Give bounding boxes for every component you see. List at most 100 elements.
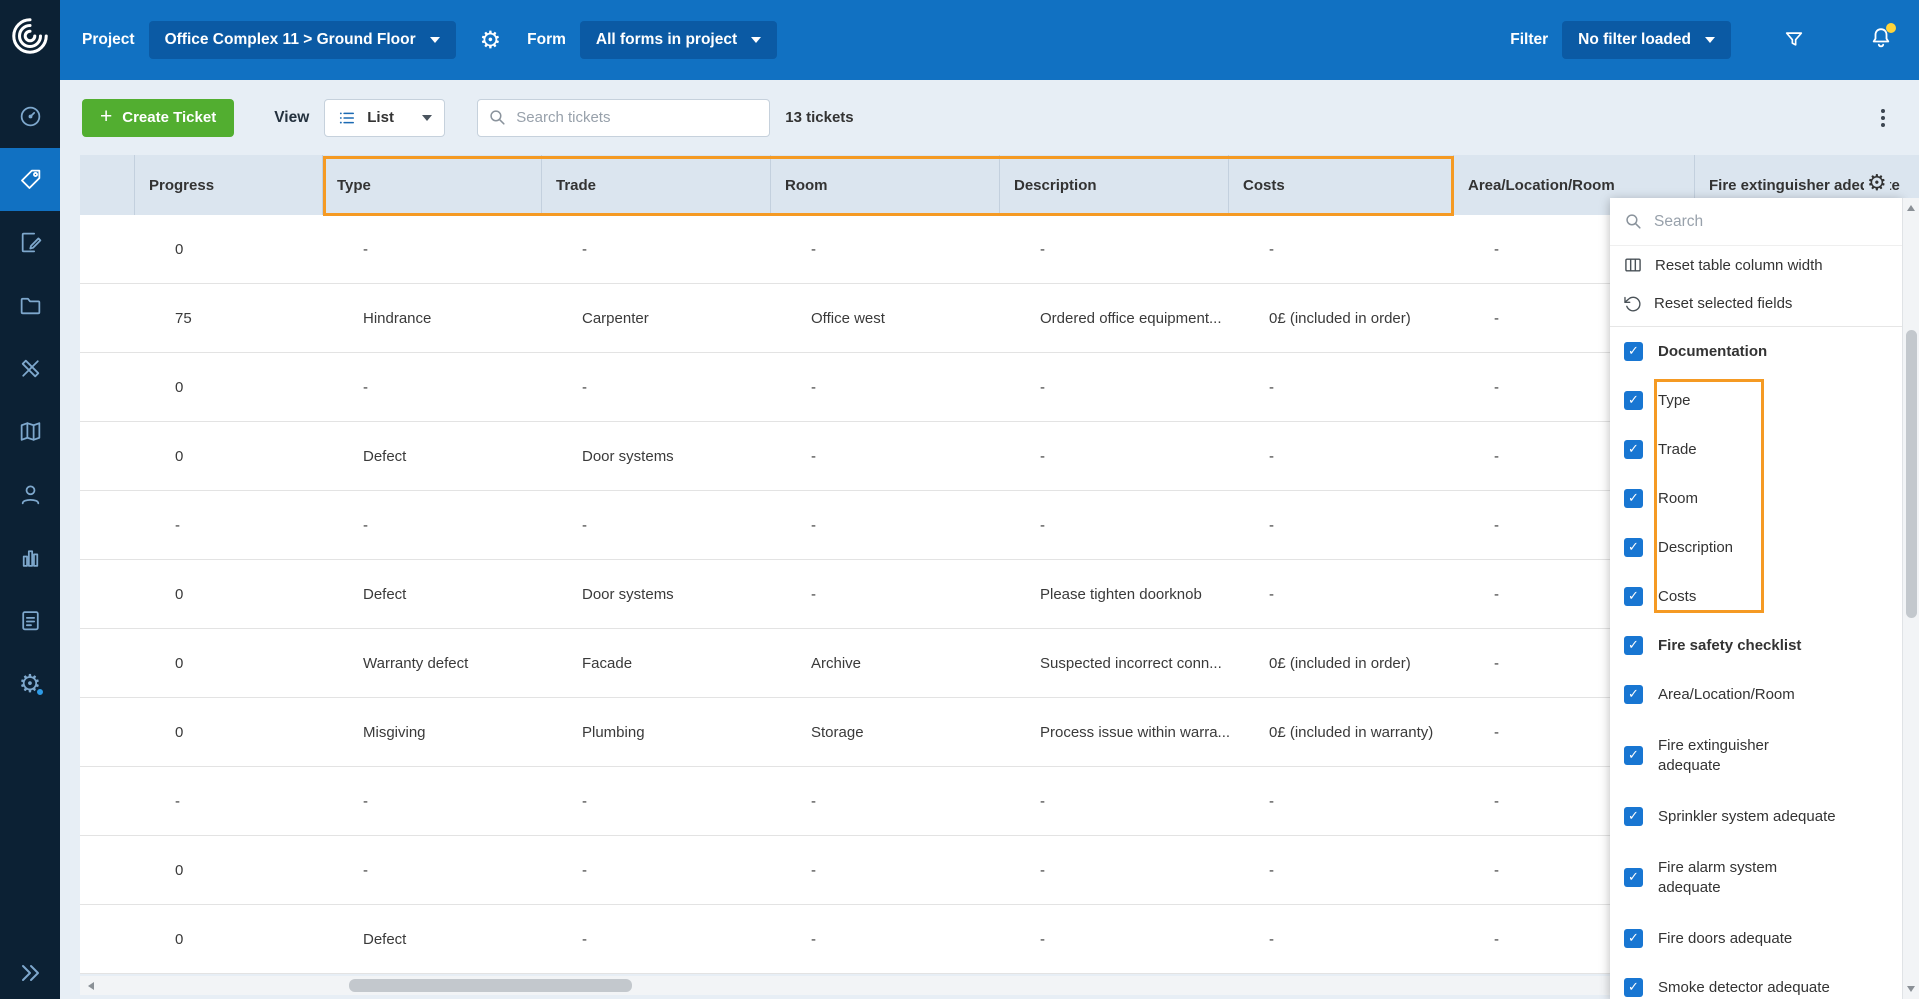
- checkbox-checked-icon[interactable]: ✓: [1624, 342, 1643, 361]
- scroll-up-arrow[interactable]: [1903, 200, 1919, 216]
- filter-dropdown[interactable]: No filter loaded: [1562, 21, 1731, 59]
- field-label: Fire alarm systemadequate: [1658, 858, 1777, 898]
- cell-trade: -: [542, 836, 771, 904]
- cell-room: Archive: [771, 629, 1000, 697]
- checkbox-checked-icon[interactable]: ✓: [1624, 685, 1643, 704]
- panel-search-input[interactable]: [1654, 213, 1888, 231]
- cell-progress: 0: [135, 836, 323, 904]
- field-toggle-smoke-detector-adequate[interactable]: ✓Smoke detector adequate: [1610, 963, 1902, 999]
- sidebar-item-tickets[interactable]: [0, 148, 60, 211]
- cell-trade: -: [542, 767, 771, 835]
- field-toggle-fire-safety-checklist[interactable]: ✓Fire safety checklist: [1610, 621, 1902, 670]
- cell-trade: -: [542, 491, 771, 559]
- project-settings-button[interactable]: ⚙: [480, 28, 502, 52]
- form-dropdown-value: All forms in project: [596, 31, 737, 49]
- field-toggle-trade[interactable]: ✓ Trade: [1610, 425, 1902, 474]
- horizontal-scrollbar-thumb[interactable]: [349, 979, 632, 992]
- sidebar-item-plans[interactable]: [0, 400, 60, 463]
- checkbox-checked-icon[interactable]: ✓: [1624, 868, 1643, 887]
- cell-progress: 0: [135, 215, 323, 283]
- column-header-costs[interactable]: Costs: [1229, 155, 1454, 215]
- field-toggle-sprinkler-system-adequate[interactable]: ✓Sprinkler system adequate: [1610, 792, 1902, 841]
- field-label: Documentation: [1658, 342, 1767, 362]
- checkbox-checked-icon[interactable]: ✓: [1624, 636, 1643, 655]
- map-icon: [18, 419, 43, 444]
- reset-column-width-label: Reset table column width: [1655, 257, 1823, 274]
- filter-funnel-button[interactable]: [1783, 29, 1805, 51]
- field-toggle-description[interactable]: ✓Description: [1610, 523, 1902, 572]
- kebab-menu-icon[interactable]: [1877, 105, 1889, 131]
- app-logo[interactable]: [0, 8, 60, 64]
- sidebar-item-tools[interactable]: [0, 337, 60, 400]
- sidebar-item-contacts[interactable]: [0, 463, 60, 526]
- column-header-room[interactable]: Room: [771, 155, 1000, 215]
- panel-scrollbar-thumb[interactable]: [1906, 330, 1917, 618]
- column-header-description[interactable]: Description: [1000, 155, 1229, 215]
- create-ticket-button[interactable]: + Create Ticket: [82, 99, 234, 137]
- cell-type: -: [323, 767, 542, 835]
- column-header-type[interactable]: Type: [323, 155, 542, 215]
- field-toggle-fire-extinguisher-adequate[interactable]: ✓Fire extinguisheradequate: [1610, 719, 1902, 792]
- cell-trade: Facade: [542, 629, 771, 697]
- field-toggle-fire-alarm-system-adequate[interactable]: ✓ Fire alarm systemadequate: [1610, 841, 1902, 914]
- checkbox-checked-icon[interactable]: ✓: [1624, 807, 1643, 826]
- chevron-down-icon: [1705, 37, 1715, 43]
- sidebar-expand-button[interactable]: [0, 953, 60, 993]
- sidebar: ⚙: [0, 0, 60, 999]
- sidebar-item-statistics[interactable]: [0, 526, 60, 589]
- column-settings-gear-icon[interactable]: ⚙: [1864, 172, 1890, 196]
- cell-room: -: [771, 422, 1000, 490]
- bar-chart-icon: [18, 545, 43, 570]
- notifications-button[interactable]: [1869, 26, 1893, 55]
- sidebar-item-forms[interactable]: [0, 211, 60, 274]
- form-dropdown[interactable]: All forms in project: [580, 21, 777, 59]
- sidebar-item-settings[interactable]: ⚙: [0, 652, 60, 715]
- field-toggle-area-location-room[interactable]: ✓Area/Location/Room: [1610, 670, 1902, 719]
- field-toggle-documentation[interactable]: ✓ Documentation: [1610, 327, 1902, 376]
- field-toggle-fire-doors-adequate[interactable]: ✓ Fire doors adequate: [1610, 914, 1902, 963]
- cell-select: [80, 905, 135, 973]
- field-toggle-type[interactable]: ✓Type: [1610, 376, 1902, 425]
- scroll-down-arrow[interactable]: [1903, 981, 1919, 997]
- folder-icon: [18, 293, 43, 318]
- cell-type: -: [323, 353, 542, 421]
- checkbox-checked-icon[interactable]: ✓: [1624, 978, 1643, 997]
- cell-room: -: [771, 215, 1000, 283]
- table-horizontal-scrollbar[interactable]: [80, 976, 1610, 995]
- panel-search: [1610, 198, 1902, 246]
- checkbox-checked-icon[interactable]: ✓: [1624, 440, 1643, 459]
- checkbox-checked-icon[interactable]: ✓: [1624, 489, 1643, 508]
- cell-costs: 0£ (included in warranty): [1229, 698, 1454, 766]
- panel-scrollbar[interactable]: [1902, 198, 1919, 999]
- checkbox-checked-icon[interactable]: ✓: [1624, 391, 1643, 410]
- scroll-left-arrow[interactable]: [82, 976, 100, 995]
- field-toggle-costs[interactable]: ✓ Costs: [1610, 572, 1902, 621]
- field-toggle-room[interactable]: ✓Room: [1610, 474, 1902, 523]
- checkbox-checked-icon[interactable]: ✓: [1624, 587, 1643, 606]
- cell-type: Defect: [323, 560, 542, 628]
- sidebar-item-overview[interactable]: [0, 85, 60, 148]
- project-dropdown[interactable]: Office Complex 11 > Ground Floor: [149, 21, 456, 59]
- checkbox-checked-icon[interactable]: ✓: [1624, 538, 1643, 557]
- search-tickets-input[interactable]: [516, 109, 759, 126]
- ticket-count: 13 tickets: [785, 109, 853, 126]
- cell-trade: -: [542, 215, 771, 283]
- sidebar-item-reports[interactable]: [0, 589, 60, 652]
- column-header-progress[interactable]: Progress: [135, 155, 323, 215]
- field-label: Costs: [1658, 587, 1696, 607]
- cell-trade: Plumbing: [542, 698, 771, 766]
- gear-icon: ⚙: [19, 671, 41, 696]
- checkbox-checked-icon[interactable]: ✓: [1624, 746, 1643, 765]
- reset-selected-fields-button[interactable]: Reset selected fields: [1610, 284, 1902, 322]
- checkbox-checked-icon[interactable]: ✓: [1624, 929, 1643, 948]
- field-label: Trade: [1658, 440, 1697, 460]
- column-header-trade[interactable]: Trade: [542, 155, 771, 215]
- sidebar-item-documents[interactable]: [0, 274, 60, 337]
- reset-column-width-button[interactable]: Reset table column width: [1610, 246, 1902, 284]
- field-label: Fire doors adequate: [1658, 929, 1792, 949]
- funnel-icon: [1783, 29, 1805, 51]
- cell-trade: Door systems: [542, 422, 771, 490]
- cell-description: -: [1000, 353, 1229, 421]
- view-mode-dropdown[interactable]: List: [324, 99, 445, 137]
- chevron-down-icon: [430, 37, 440, 43]
